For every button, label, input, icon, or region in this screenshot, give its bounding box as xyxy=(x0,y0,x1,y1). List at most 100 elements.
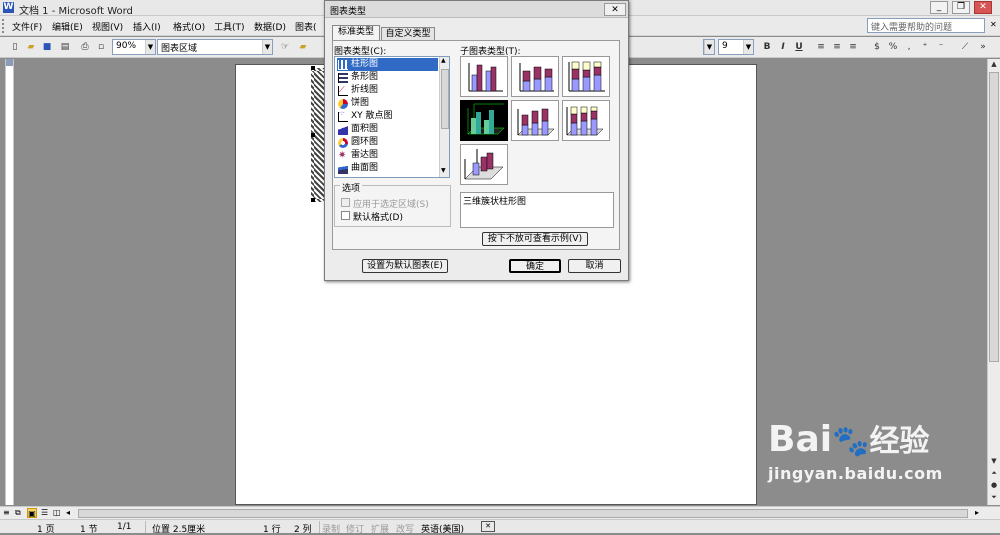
list-scroll-thumb[interactable] xyxy=(441,69,449,129)
tab-standard-types[interactable]: 标准类型 xyxy=(332,25,380,41)
format-object-icon[interactable]: ☞ xyxy=(278,40,292,54)
outline-view-icon[interactable]: ☰ xyxy=(41,508,48,517)
vertical-scrollbar[interactable]: ▲ ▼ ⏶ ● ⏷ xyxy=(987,59,1000,505)
print-icon[interactable]: ⎙ xyxy=(78,40,92,54)
hscroll-thumb[interactable] xyxy=(78,509,968,518)
ok-button[interactable]: 确定 xyxy=(509,259,561,273)
status-separator xyxy=(319,521,320,533)
list-item-doughnut[interactable]: 圆环图 xyxy=(337,136,438,149)
percent-icon[interactable]: % xyxy=(886,40,900,54)
menu-tools[interactable]: 工具(T) xyxy=(214,20,245,33)
align-left-icon[interactable]: ≡ xyxy=(814,40,828,54)
dialog-close-icon[interactable]: ✕ xyxy=(604,3,626,16)
subtype-3d-stacked-column[interactable] xyxy=(511,100,559,141)
prev-page-icon[interactable]: ⏶ xyxy=(989,469,999,480)
scroll-down-icon[interactable]: ▼ xyxy=(441,167,446,174)
status-record[interactable]: 录制 xyxy=(322,522,340,535)
open-folder-icon[interactable]: ▰ xyxy=(24,40,38,54)
web-view-icon[interactable]: ⧉ xyxy=(15,508,21,518)
spelling-check-icon[interactable]: ✕ xyxy=(481,521,495,532)
align-right-icon[interactable]: ≡ xyxy=(846,40,860,54)
scroll-thumb[interactable] xyxy=(989,72,999,362)
subtype-stacked-column[interactable] xyxy=(511,56,559,97)
column-chart-icon xyxy=(338,60,348,70)
permission-icon[interactable]: ▤ xyxy=(58,40,72,54)
next-page-icon[interactable]: ⏷ xyxy=(989,493,999,504)
set-default-chart-button[interactable]: 设置为默认图表(E) xyxy=(362,259,448,273)
reading-view-icon[interactable]: ◫ xyxy=(53,508,61,517)
menu-view[interactable]: 视图(V) xyxy=(92,20,123,33)
status-track-changes[interactable]: 修订 xyxy=(346,522,364,535)
font-size-select[interactable]: 9 ▼ xyxy=(718,39,754,55)
increase-decimal-icon[interactable]: ⁺ xyxy=(918,40,932,54)
status-extend[interactable]: 扩展 xyxy=(371,522,389,535)
italic-button[interactable]: I xyxy=(776,40,790,54)
scroll-down-icon[interactable]: ▼ xyxy=(989,457,999,468)
status-language[interactable]: 英语(美国) xyxy=(421,522,464,535)
resize-handle[interactable] xyxy=(311,133,315,137)
bold-button[interactable]: B xyxy=(760,40,774,54)
subtype-grid xyxy=(460,56,615,186)
print-preview-icon[interactable]: ▫ xyxy=(94,40,108,54)
menu-insert[interactable]: 插入(I) xyxy=(133,20,161,33)
chart-type-list[interactable]: 柱形图 条形图 ⟋ 折线图 饼图 ·:· XY 散点图 面积图 圆环图 ✷ 雷达图 曲… xyxy=(334,56,450,178)
cancel-button[interactable]: 取消 xyxy=(568,259,621,273)
align-center-icon[interactable]: ≡ xyxy=(830,40,844,54)
preview-sample-button[interactable]: 按下不放可查看示例(V) xyxy=(482,232,588,246)
menu-edit[interactable]: 编辑(E) xyxy=(52,20,83,33)
list-item-column[interactable]: 柱形图 xyxy=(337,58,438,71)
close-button[interactable]: ✕ xyxy=(974,1,992,14)
subtype-3d-100-stacked-column[interactable] xyxy=(562,100,610,141)
currency-icon[interactable]: $ xyxy=(870,40,884,54)
scroll-right-icon[interactable]: ▸ xyxy=(975,508,979,517)
subtype-100-stacked-column[interactable] xyxy=(562,56,610,97)
scroll-left-icon[interactable]: ◂ xyxy=(66,508,70,517)
menu-data[interactable]: 数据(D) xyxy=(254,20,286,33)
resize-handle[interactable] xyxy=(311,66,315,70)
decrease-decimal-icon[interactable]: ⁻ xyxy=(934,40,948,54)
list-item-surface[interactable]: 曲面图 xyxy=(337,162,438,175)
comma-icon[interactable]: , xyxy=(902,40,916,54)
select-browse-object-icon[interactable]: ● xyxy=(989,481,999,492)
normal-view-icon[interactable]: ≡ xyxy=(3,508,10,517)
list-item-pie[interactable]: 饼图 xyxy=(337,97,438,110)
maximize-button[interactable]: ❐ xyxy=(952,1,970,14)
scroll-up-icon[interactable]: ▲ xyxy=(989,60,999,71)
menu-format[interactable]: 格式(O) xyxy=(173,20,205,33)
chart-description: 三维簇状柱形图 xyxy=(460,192,614,228)
help-close-icon[interactable]: ✕ xyxy=(990,20,997,29)
angle-text-icon[interactable]: ⟋ xyxy=(958,40,972,54)
window-title: 文档 1 - Microsoft Word xyxy=(19,6,133,17)
zoom-select[interactable]: 90% ▼ xyxy=(112,39,156,55)
font-select-arrow[interactable]: ▼ xyxy=(703,39,715,55)
subtype-clustered-column[interactable] xyxy=(460,56,508,97)
save-icon[interactable]: ■ xyxy=(40,40,54,54)
help-search-input[interactable]: 键入需要帮助的问题 xyxy=(867,18,985,33)
scroll-up-icon[interactable]: ▲ xyxy=(441,57,446,64)
subtype-3d-column[interactable] xyxy=(460,144,508,185)
subtype-3d-clustered-column[interactable] xyxy=(460,100,508,141)
chevron-down-icon: ▼ xyxy=(262,40,272,54)
minimize-button[interactable]: _ xyxy=(930,1,948,14)
status-overtype[interactable]: 改写 xyxy=(396,522,414,535)
menu-file[interactable]: 文件(F) xyxy=(12,20,42,33)
list-item-line[interactable]: ⟋ 折线图 xyxy=(337,84,438,97)
toolbar-options-icon[interactable]: » xyxy=(976,40,990,54)
import-icon[interactable]: ▰ xyxy=(296,40,310,54)
list-item-xy-scatter[interactable]: ·:· XY 散点图 xyxy=(337,110,438,123)
underline-button[interactable]: U xyxy=(792,40,806,54)
horizontal-scrollbar[interactable]: ≡ ⧉ ▣ ☰ ◫ ◂ ▸ xyxy=(0,506,1000,519)
list-scrollbar[interactable]: ▲ ▼ xyxy=(439,57,449,177)
print-view-icon[interactable]: ▣ xyxy=(27,508,37,518)
default-format-checkbox[interactable] xyxy=(341,211,350,220)
list-item-radar[interactable]: ✷ 雷达图 xyxy=(337,149,438,162)
resize-handle[interactable] xyxy=(311,198,315,202)
status-separator xyxy=(145,521,146,533)
watermark-brand: Bai xyxy=(768,419,833,460)
menu-chart[interactable]: 图表( xyxy=(295,20,317,33)
tab-custom-types[interactable]: 自定义类型 xyxy=(381,27,435,41)
new-document-icon[interactable]: ▯ xyxy=(8,40,22,54)
chart-object-select[interactable]: 图表区域 ▼ xyxy=(157,39,273,55)
list-item-area[interactable]: 面积图 xyxy=(337,123,438,136)
list-item-bar[interactable]: 条形图 xyxy=(337,71,438,84)
